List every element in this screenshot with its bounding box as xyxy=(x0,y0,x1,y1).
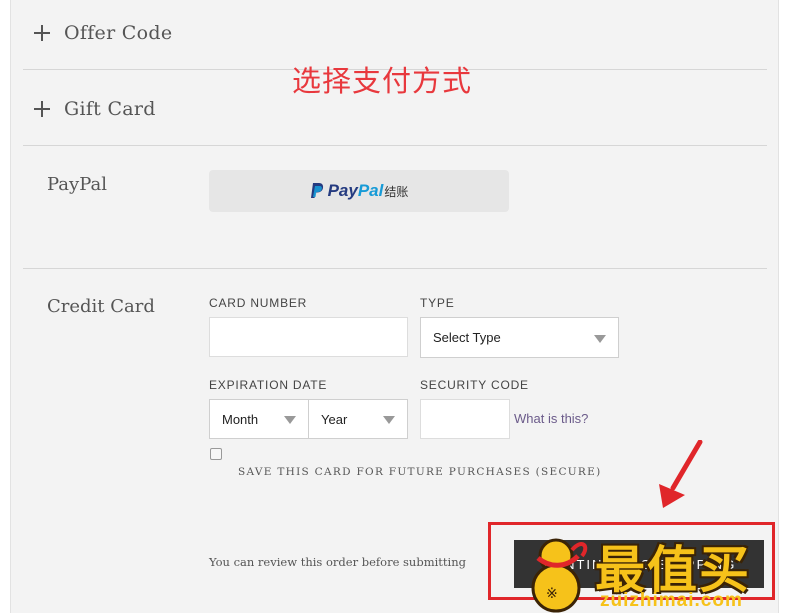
card-type-select[interactable]: Select Type xyxy=(420,317,619,358)
annotation-text: 选择支付方式 xyxy=(292,64,473,98)
watermark-domain: zuizhimai.com xyxy=(600,590,743,611)
gift-card-toggle[interactable]: Gift Card xyxy=(34,98,156,120)
gourd-logo-icon: ※ xyxy=(531,538,588,613)
card-type-label: TYPE xyxy=(420,296,455,310)
paypal-button-suffix: 结账 xyxy=(384,184,409,199)
divider xyxy=(23,268,767,269)
expiration-year-select[interactable]: Year xyxy=(308,399,408,439)
paypal-brand-pay: Pay xyxy=(327,181,358,200)
paypal-checkout-button[interactable]: Pay Pal 结账 xyxy=(209,170,509,212)
expiration-month-select[interactable]: Month xyxy=(209,399,309,439)
security-code-input[interactable] xyxy=(420,399,510,439)
arrow-icon xyxy=(659,440,703,508)
card-type-value: Select Type xyxy=(433,330,501,345)
offer-code-toggle[interactable]: Offer Code xyxy=(34,22,172,44)
expiration-year-value: Year xyxy=(321,411,348,427)
card-number-input[interactable] xyxy=(209,317,408,357)
save-card-label: SAVE THIS CARD FOR FUTURE PURCHASES (SEC… xyxy=(238,466,602,478)
credit-card-section-title: Credit Card xyxy=(47,296,155,317)
paypal-logo-icon xyxy=(310,183,323,198)
watermark: ※ 最值买 zuizhimai.com xyxy=(520,528,806,613)
paypal-brand-pal: Pal xyxy=(357,181,384,200)
expiration-month-value: Month xyxy=(222,411,259,427)
gift-card-label: Gift Card xyxy=(64,98,156,120)
paypal-section-title: PayPal xyxy=(47,174,107,195)
security-code-label: SECURITY CODE xyxy=(420,378,529,392)
review-note: You can review this order before submitt… xyxy=(209,555,466,569)
offer-code-label: Offer Code xyxy=(64,22,173,44)
plus-icon xyxy=(34,101,50,117)
chevron-down-icon xyxy=(284,416,296,424)
chevron-down-icon xyxy=(383,416,395,424)
security-code-help-link[interactable]: What is this? xyxy=(514,411,588,426)
divider xyxy=(23,145,767,146)
card-number-label: CARD NUMBER xyxy=(209,296,308,310)
expiration-label: EXPIRATION DATE xyxy=(209,378,328,392)
plus-icon xyxy=(34,25,50,41)
save-card-checkbox[interactable] xyxy=(210,448,222,460)
chevron-down-icon xyxy=(594,334,606,343)
svg-text:※: ※ xyxy=(546,586,558,602)
